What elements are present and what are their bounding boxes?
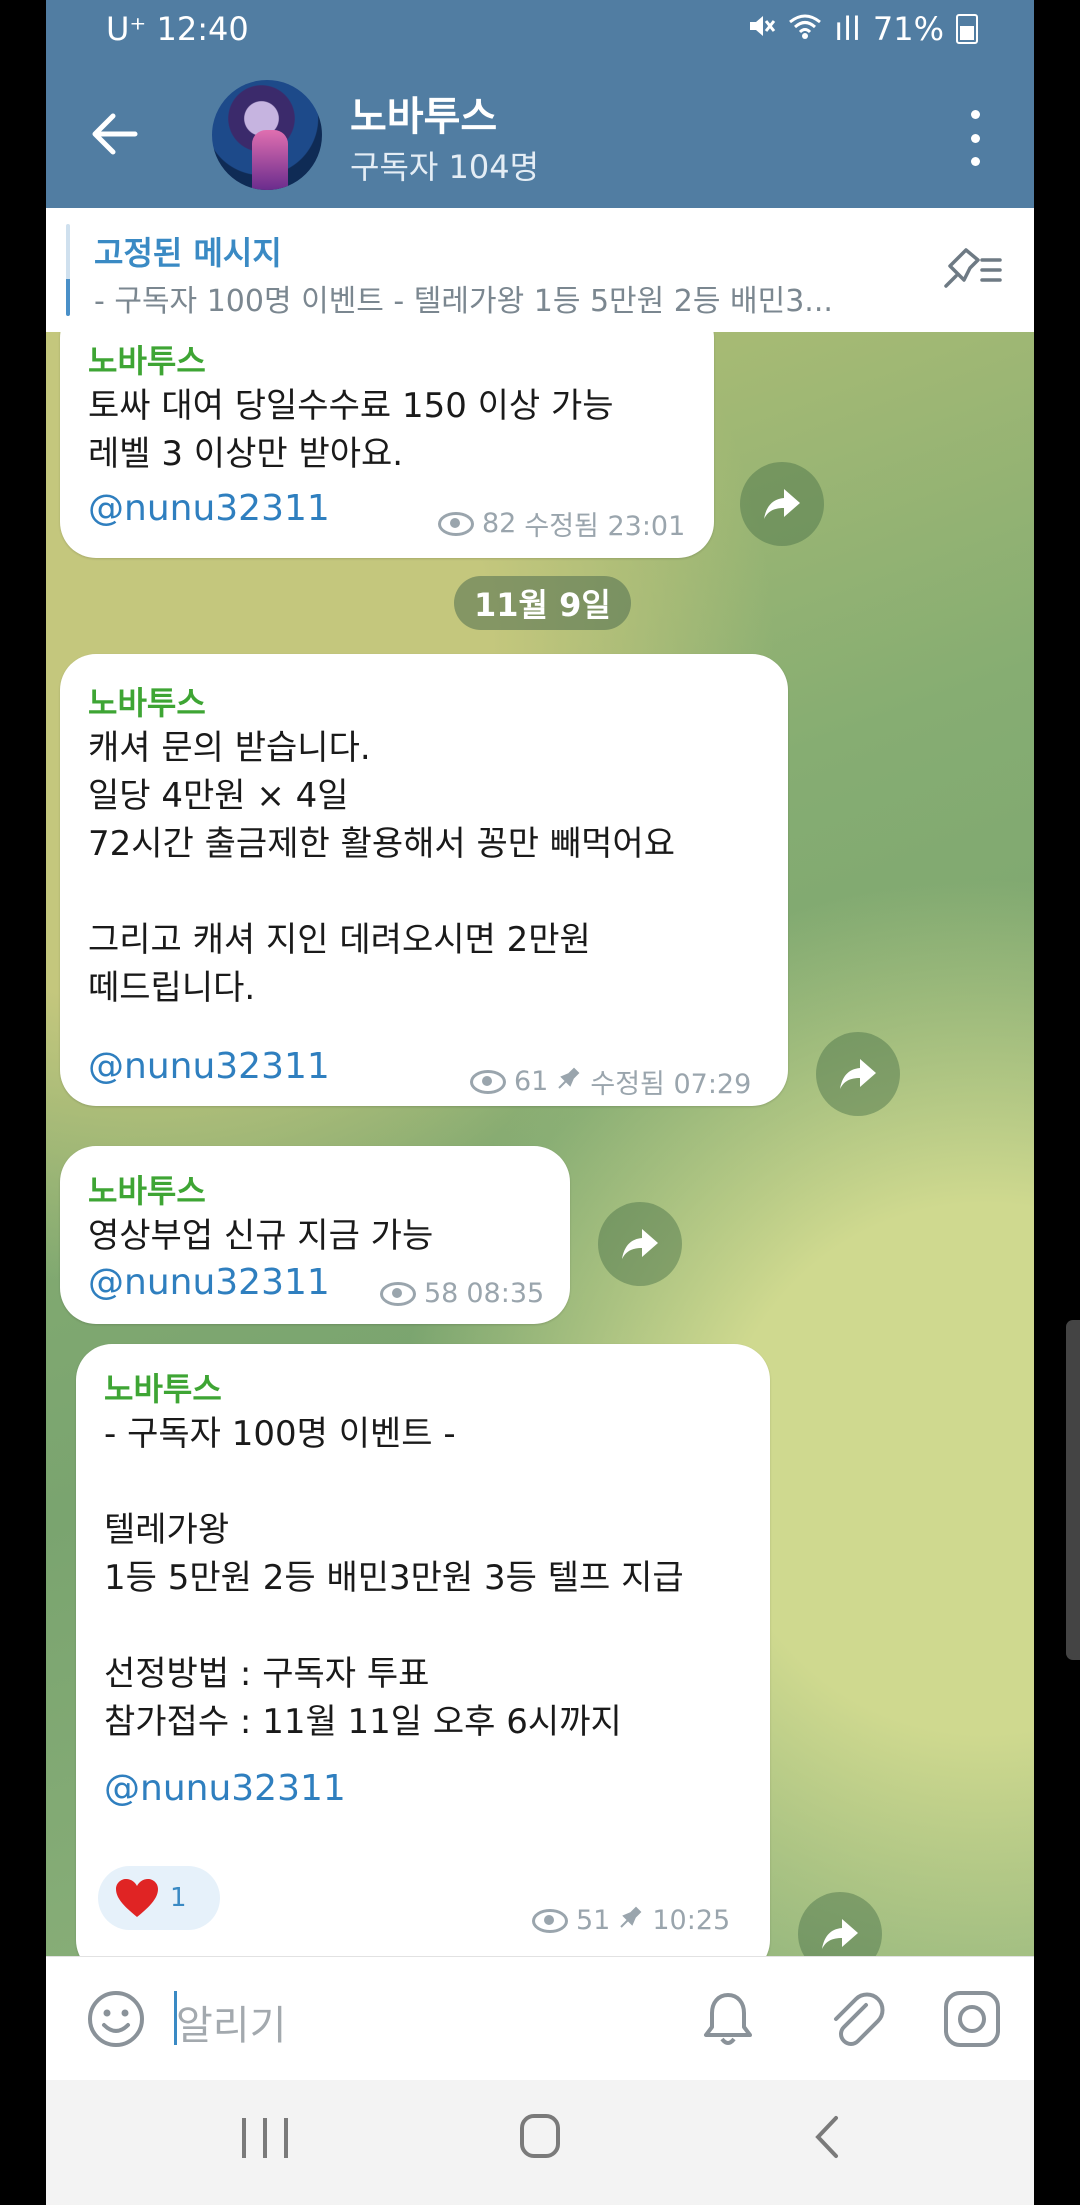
message-sender: 노바투스: [88, 684, 206, 722]
message-link[interactable]: @nunu32311: [104, 1768, 346, 1809]
message-time: 수정됨 23:01: [524, 511, 686, 542]
back-button[interactable]: [86, 106, 142, 162]
message-text: 영상부업 신규 지금 가능: [88, 1216, 434, 1256]
home-button[interactable]: [520, 2114, 560, 2158]
message-list[interactable]: 노바투스 토싸 대여 당일수수료 150 이상 가능 레벨 3 이상만 받아요.…: [46, 332, 1034, 1956]
pinned-title: 고정된 메시지: [94, 234, 282, 272]
reaction-count: 1: [170, 1883, 187, 1913]
reaction-chip[interactable]: 1: [98, 1866, 220, 1930]
instagram-camera-icon: [944, 1991, 1000, 2047]
views-icon: [380, 1281, 416, 1306]
camera-button[interactable]: [940, 1987, 1004, 2051]
paperclip-icon: [834, 1992, 885, 2046]
message-meta: 82 수정됨 23:01: [438, 504, 685, 543]
message-input[interactable]: 알리기: [176, 1993, 286, 2051]
share-button[interactable]: [740, 462, 824, 546]
wifi-icon: [788, 12, 822, 47]
date-separator: 11월 9일: [454, 576, 631, 630]
android-nav-bar: [46, 2080, 1034, 2205]
view-count: 51: [576, 1905, 611, 1936]
pinned-icon: [618, 1904, 644, 1937]
share-arrow-icon: [764, 489, 800, 519]
channel-title[interactable]: 노바투스: [350, 84, 497, 142]
top-bar: U⁺ 12:40 ıll 71% 노바투스 구독자 104명: [46, 0, 1034, 208]
channel-avatar[interactable]: [212, 80, 322, 190]
smiley-icon: [88, 1991, 144, 2047]
battery-icon: [956, 14, 978, 44]
message-sender: 노바투스: [88, 1172, 206, 1210]
status-bar: U⁺ 12:40 ıll 71%: [46, 0, 1034, 62]
signal-icon: ıll: [834, 10, 861, 48]
message-sender: 노바투스: [88, 342, 206, 380]
notification-button[interactable]: [696, 1987, 760, 2051]
message-bubble[interactable]: 노바투스 - 구독자 100명 이벤트 - 텔레가왕 1등 5만원 2등 배민3…: [76, 1344, 770, 1956]
message-bubble[interactable]: 노바투스 토싸 대여 당일수수료 150 이상 가능 레벨 3 이상만 받아요.…: [60, 332, 714, 558]
pinned-indicator: [66, 224, 70, 316]
views-icon: [438, 511, 474, 536]
chat-header: 노바투스 구독자 104명: [46, 62, 1034, 208]
subscriber-count: 구독자 104명: [350, 148, 540, 186]
attach-button[interactable]: [824, 1987, 888, 2051]
view-count: 61: [514, 1066, 549, 1097]
back-arrow-icon: [92, 113, 138, 155]
message-link[interactable]: @nunu32311: [88, 1262, 330, 1303]
share-arrow-icon: [840, 1059, 876, 1089]
mute-icon: [746, 11, 776, 48]
nav-back-button[interactable]: [804, 2112, 854, 2162]
carrier-time: U⁺ 12:40: [106, 10, 249, 48]
view-count: 58: [424, 1278, 459, 1309]
view-count: 82: [482, 508, 517, 539]
message-text: - 구독자 100명 이벤트 - 텔레가왕 1등 5만원 2등 배민3만원 3등…: [104, 1414, 684, 1742]
pinned-message-bar[interactable]: 고정된 메시지 - 구독자 100명 이벤트 - 텔레가왕 1등 5만원 2등 …: [46, 208, 1034, 333]
message-link[interactable]: @nunu32311: [88, 488, 330, 529]
emoji-button[interactable]: [86, 1989, 146, 2049]
message-time: 수정됨 07:29: [590, 1069, 752, 1100]
share-button[interactable]: [798, 1892, 882, 1956]
message-time: 10:25: [652, 1905, 731, 1936]
recent-bar: [284, 2118, 288, 2158]
share-button[interactable]: [598, 1202, 682, 1286]
telegram-screen: U⁺ 12:40 ıll 71% 노바투스 구독자 104명 고정된 메시지 -…: [46, 0, 1034, 2205]
input-bar: 알리기: [46, 1956, 1034, 2081]
message-meta: 51 10:25: [532, 1904, 730, 1937]
more-dot: [970, 157, 980, 166]
edge-panel-handle[interactable]: [1066, 1320, 1080, 1660]
pinned-text: - 구독자 100명 이벤트 - 텔레가왕 1등 5만원 2등 배민3...: [94, 284, 833, 319]
heart-icon: [116, 1879, 158, 1917]
views-icon: [470, 1069, 506, 1094]
more-dot: [970, 110, 980, 119]
message-sender: 노바투스: [104, 1370, 222, 1408]
message-text: 캐셔 문의 받습니다. 일당 4만원 × 4일 72시간 출금제한 활용해서 꽁…: [88, 728, 675, 1008]
share-arrow-icon: [822, 1919, 858, 1949]
bell-icon: [704, 1993, 752, 2045]
message-bubble[interactable]: 노바투스 캐셔 문의 받습니다. 일당 4만원 × 4일 72시간 출금제한 활…: [60, 654, 788, 1106]
message-link[interactable]: @nunu32311: [88, 1046, 330, 1087]
pinned-icon: [556, 1065, 582, 1098]
chevron-left-icon: [815, 2116, 838, 2158]
more-options-button[interactable]: [960, 110, 990, 166]
message-bubble[interactable]: 노바투스 영상부업 신규 지금 가능 @nunu32311 58 08:35: [60, 1146, 570, 1324]
message-meta: 58 08:35: [380, 1278, 544, 1309]
message-meta: 61 수정됨 07:29: [470, 1062, 751, 1101]
pin-list-icon: [944, 248, 1002, 288]
recent-apps-button[interactable]: [242, 2118, 288, 2158]
recent-bar: [263, 2118, 267, 2158]
pinned-list-button[interactable]: [940, 248, 1004, 292]
recent-bar: [242, 2118, 246, 2158]
views-icon: [532, 1908, 568, 1933]
message-text: 토싸 대여 당일수수료 150 이상 가능 레벨 3 이상만 받아요.: [88, 386, 614, 474]
battery-percent: 71%: [872, 10, 944, 48]
share-arrow-icon: [622, 1229, 658, 1259]
status-icons: ıll 71%: [746, 10, 978, 48]
message-time: 08:35: [466, 1278, 545, 1309]
share-button[interactable]: [816, 1032, 900, 1116]
more-dot: [970, 133, 980, 143]
